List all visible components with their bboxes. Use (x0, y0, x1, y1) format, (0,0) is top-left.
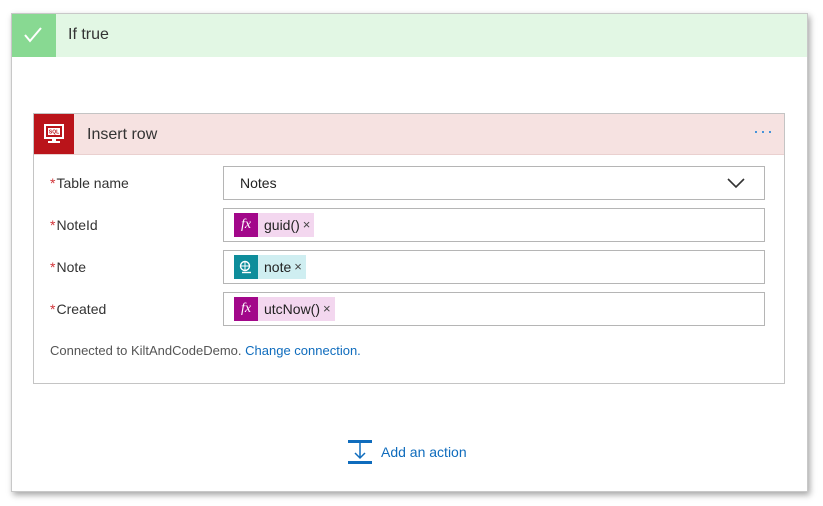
required-mark: * (50, 217, 56, 233)
if-true-branch: If true SQL Insert row ··· *Table name N… (11, 13, 808, 492)
action-header[interactable]: SQL Insert row ··· (34, 114, 784, 155)
condition-title: If true (68, 26, 109, 43)
required-mark: * (50, 175, 56, 191)
utcnow-expression-token[interactable]: fx utcNow() × (234, 297, 335, 321)
noteid-label-text: NoteId (56, 217, 98, 233)
note-label: *Note (50, 259, 86, 275)
add-action-button[interactable]: Add an action (347, 439, 467, 465)
table-name-label-text: Table name (56, 175, 129, 191)
checkmark-icon (12, 14, 56, 57)
request-icon (234, 255, 258, 279)
remove-token-icon[interactable]: × (294, 255, 302, 279)
token-text: utcNow() (264, 301, 321, 317)
sql-icon: SQL (34, 114, 74, 154)
change-connection-link[interactable]: Change connection. (245, 343, 361, 358)
remove-token-icon[interactable]: × (323, 297, 331, 321)
created-label: *Created (50, 301, 106, 317)
add-action-label: Add an action (381, 444, 467, 460)
table-name-dropdown[interactable]: Notes (223, 166, 765, 200)
fx-icon: fx (234, 213, 258, 237)
token-text: guid() (264, 217, 300, 233)
note-dynamic-token[interactable]: note × (234, 255, 306, 279)
fx-icon: fx (234, 297, 258, 321)
add-action-icon (348, 440, 372, 464)
token-text: note (264, 259, 292, 275)
insert-row-card: SQL Insert row ··· *Table name Notes *No… (33, 113, 785, 384)
created-field[interactable]: fx utcNow() × (223, 292, 765, 326)
table-name-value: Notes (240, 175, 277, 191)
required-mark: * (50, 301, 56, 317)
table-name-label: *Table name (50, 175, 129, 191)
page: If true SQL Insert row ··· *Table name N… (0, 0, 823, 506)
note-field[interactable]: note × (223, 250, 765, 284)
svg-text:SQL: SQL (49, 130, 59, 136)
remove-token-icon[interactable]: × (303, 213, 311, 237)
connection-info: Connected to KiltAndCodeDemo. Change con… (50, 343, 361, 358)
noteid-label: *NoteId (50, 217, 98, 233)
noteid-field[interactable]: fx guid() × (223, 208, 765, 242)
connection-text: Connected to KiltAndCodeDemo. (50, 343, 242, 358)
condition-header[interactable]: If true (12, 14, 807, 57)
required-mark: * (50, 259, 56, 275)
guid-expression-token[interactable]: fx guid() × (234, 213, 315, 237)
note-label-text: Note (56, 259, 87, 275)
chevron-down-icon (727, 178, 745, 189)
created-label-text: Created (56, 301, 107, 317)
more-options-button[interactable]: ··· (753, 121, 774, 142)
action-title: Insert row (87, 126, 158, 143)
